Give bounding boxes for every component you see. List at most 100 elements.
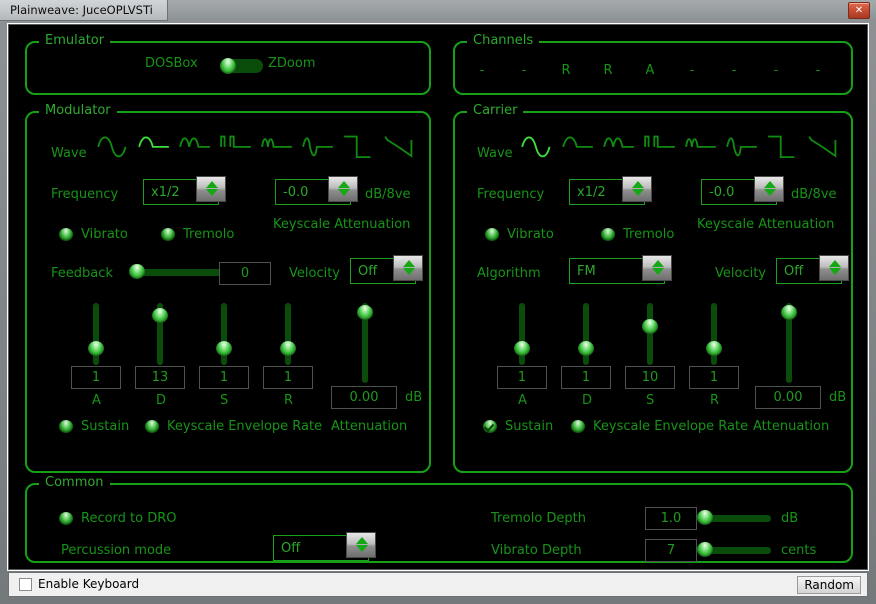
modulator-r-value[interactable]: 1 [263, 366, 313, 389]
carrier-group-inner: Wave Frequency x1/2 -0.0 dB/8ve Keyscale… [453, 111, 853, 473]
common-group-inner: Record to DRO Percussion mode Off Tremol… [25, 483, 853, 563]
carrier-group-label: Carrier [467, 103, 524, 119]
modulator-a-slider[interactable] [85, 303, 107, 365]
carrier-d-label: D [582, 393, 593, 408]
record-to-dro-toggle[interactable]: Record to DRO [59, 511, 177, 526]
carrier-keyscale-env-toggle[interactable]: Keyscale Envelope Rate [571, 419, 748, 434]
carrier-attenuation-slider[interactable] [778, 303, 800, 383]
carrier-r-slider[interactable] [703, 303, 725, 365]
channel-slot-7: - [731, 63, 737, 78]
channels-group-label: Channels [467, 33, 540, 49]
channel-slot-6: - [689, 63, 695, 78]
window-title: Plainweave: JuceOPLVSTi [10, 3, 153, 17]
carrier-s-value[interactable]: 10 [625, 366, 675, 389]
record-to-dro-orb [59, 512, 73, 525]
carrier-a-slider[interactable] [511, 303, 533, 365]
modulator-keyscale-env-toggle[interactable]: Keyscale Envelope Rate [145, 419, 322, 434]
channel-slot-1: - [479, 63, 485, 78]
vibrato-depth-label: Vibrato Depth [491, 543, 582, 558]
carrier-keyscale-env-label: Keyscale Envelope Rate [593, 419, 749, 434]
modulator-attenuation-slider[interactable] [354, 303, 376, 383]
record-to-dro-label: Record to DRO [81, 511, 177, 526]
slider-thumb[interactable] [697, 510, 713, 525]
emulator-group-inner: DOSBox ZDoom [25, 41, 431, 95]
common-group: Common Record to DRO Percussion mode Off… [25, 475, 853, 563]
tremolo-depth-value[interactable]: 1.0 [645, 507, 697, 530]
close-icon[interactable]: ✕ [848, 2, 870, 19]
enable-keyboard-checkbox[interactable] [19, 578, 32, 591]
vibrato-depth-value[interactable]: 7 [645, 539, 697, 562]
tremolo-depth-label: Tremolo Depth [491, 511, 586, 526]
channel-slot-8: - [773, 63, 779, 78]
modulator-s-value[interactable]: 1 [199, 366, 249, 389]
carrier-r-value[interactable]: 1 [689, 366, 739, 389]
modulator-r-label: R [284, 393, 294, 408]
emulator-dosbox-label: DOSBox [145, 56, 198, 71]
channel-slot-9: - [815, 63, 821, 78]
tremolo-depth-unit: dB [781, 511, 799, 526]
carrier-sustain-orb [483, 420, 497, 433]
modulator-r-slider[interactable] [277, 303, 299, 365]
channel-slot-2: - [521, 63, 527, 78]
plugin-window: Plainweave: JuceOPLVSTi ✕ Emulator DOSBo… [0, 0, 876, 604]
carrier-attenuation-label: Attenuation [753, 419, 830, 434]
channel-slot-5: A [645, 63, 655, 78]
modulator-sustain-label: Sustain [81, 419, 130, 434]
vibrato-depth-unit: cents [781, 543, 817, 558]
bottom-bar: Enable Keyboard Random [8, 572, 868, 597]
slider-thumb[interactable] [88, 341, 104, 356]
percussion-mode-spinner[interactable]: Off [273, 532, 376, 561]
channels-group: Channels - - R R A - - - - [453, 33, 853, 95]
slider-thumb[interactable] [706, 341, 722, 356]
emulator-group: Emulator DOSBox ZDoom [25, 33, 431, 95]
carrier-a-value[interactable]: 1 [497, 366, 547, 389]
carrier-a-label: A [518, 393, 527, 408]
slider-thumb[interactable] [781, 305, 797, 320]
carrier-attenuation-value[interactable]: 0.00 [755, 386, 821, 409]
vibrato-depth-slider[interactable] [697, 541, 771, 559]
percussion-mode-spin-button[interactable] [346, 532, 376, 558]
carrier-d-slider[interactable] [575, 303, 597, 365]
plugin-canvas: Emulator DOSBox ZDoom Channels - - R R A - - - -… [8, 24, 868, 570]
emulator-switch[interactable] [220, 58, 263, 74]
slider-thumb[interactable] [216, 341, 232, 356]
modulator-keyscale-env-orb [145, 420, 159, 433]
slider-thumb[interactable] [514, 341, 530, 356]
window-title-tab: Plainweave: JuceOPLVSTi [0, 0, 168, 21]
slider-thumb[interactable] [642, 319, 658, 334]
title-bar: Plainweave: JuceOPLVSTi ✕ [0, 0, 876, 21]
carrier-s-slider[interactable] [639, 303, 661, 365]
channels-group-inner: --RRA---- [453, 41, 853, 95]
modulator-d-value[interactable]: 13 [135, 366, 185, 389]
modulator-s-label: S [220, 393, 229, 408]
carrier-sustain-toggle[interactable]: Sustain [483, 419, 553, 434]
slider-thumb[interactable] [578, 341, 594, 356]
carrier-r-label: R [710, 393, 720, 408]
channel-slot-3: R [561, 63, 571, 78]
random-button[interactable]: Random [797, 576, 861, 594]
carrier-s-label: S [646, 393, 655, 408]
modulator-sustain-toggle[interactable]: Sustain [59, 419, 129, 434]
slider-thumb[interactable] [280, 341, 296, 356]
slider-thumb[interactable] [357, 305, 373, 320]
modulator-d-label: D [156, 393, 167, 408]
modulator-group-label: Modulator [39, 103, 117, 119]
emulator-switch-knob [220, 58, 236, 74]
tremolo-depth-slider[interactable] [697, 509, 771, 527]
slider-thumb[interactable] [697, 542, 713, 557]
slider-thumb[interactable] [152, 308, 168, 323]
modulator-d-slider[interactable] [149, 303, 171, 365]
carrier-d-value[interactable]: 1 [561, 366, 611, 389]
modulator-a-value[interactable]: 1 [71, 366, 121, 389]
modulator-group-inner: Wave Frequency x1/2 -0.0 dB/8ve Keyscale… [25, 111, 431, 473]
percussion-mode-value: Off [281, 541, 301, 556]
channel-slot-list: --RRA---- [453, 63, 853, 81]
percussion-mode-label: Percussion mode [61, 543, 172, 558]
modulator-attenuation-value[interactable]: 0.00 [331, 386, 397, 409]
channel-slot-4: R [603, 63, 613, 78]
modulator-a-label: A [92, 393, 101, 408]
modulator-s-slider[interactable] [213, 303, 235, 365]
emulator-group-label: Emulator [39, 33, 111, 49]
enable-keyboard-label: Enable Keyboard [38, 577, 140, 591]
modulator-attenuation-label: Attenuation [331, 419, 408, 434]
